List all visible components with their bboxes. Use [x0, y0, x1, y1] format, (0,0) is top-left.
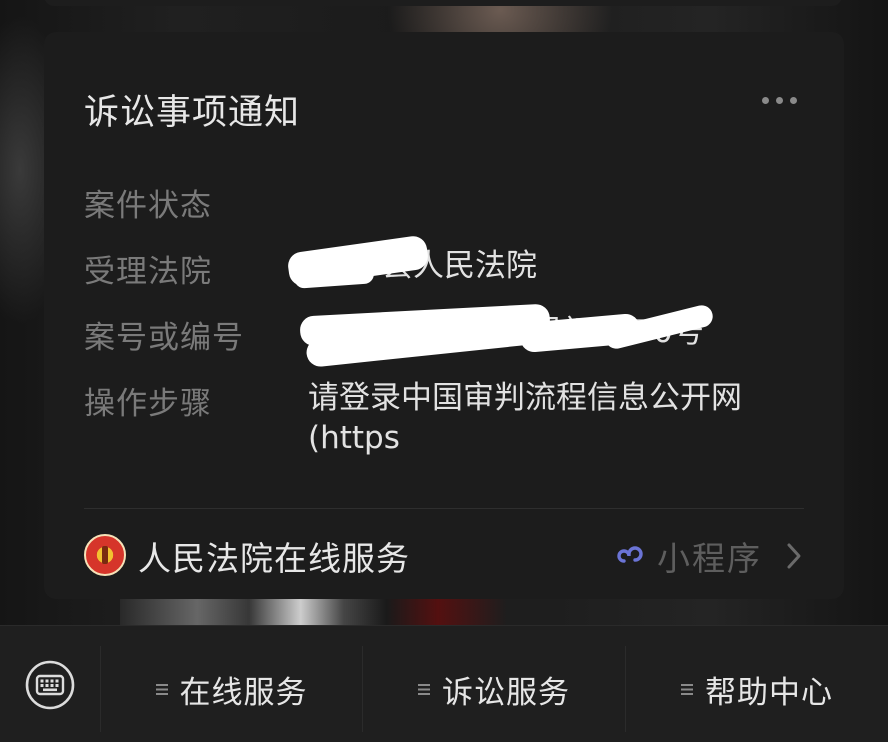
- menu-label: 帮助中心: [705, 674, 833, 711]
- hamburger-icon: [155, 683, 168, 695]
- chevron-right-icon: [787, 543, 801, 569]
- keyboard-icon: [25, 660, 75, 709]
- more-dots-icon[interactable]: [762, 94, 802, 106]
- menu-label: 诉讼服务: [442, 674, 570, 711]
- row-label: 案号或编号: [84, 320, 244, 356]
- service-name: 人民法院在线服务: [138, 539, 410, 578]
- hamburger-icon: [418, 683, 430, 695]
- mini-program-label: 小程序: [657, 539, 762, 578]
- row-label: 受理法院: [84, 254, 212, 290]
- keyboard-toggle-button[interactable]: [0, 626, 100, 742]
- service-source-row[interactable]: 人民法院在线服务 小程序: [84, 528, 804, 582]
- menu-help-center[interactable]: 帮助中心: [625, 646, 888, 732]
- card-divider: [84, 508, 804, 509]
- card-title: 诉讼事项通知: [84, 93, 301, 133]
- mini-program-link[interactable]: 小程序: [615, 534, 804, 578]
- menu-online-services[interactable]: 在线服务: [100, 646, 362, 732]
- bottom-menu-bar: 在线服务 诉讼服务 帮助中心: [0, 625, 888, 742]
- court-emblem-icon: [84, 534, 126, 576]
- menu-litigation-services[interactable]: 诉讼服务: [362, 646, 625, 732]
- screen: 诉讼事项通知 案件状态 受理法院 县人民法院 案号或编号 民初3270号 操作步…: [0, 0, 888, 742]
- menu-label: 在线服务: [179, 674, 308, 711]
- row-label: 操作步骤: [84, 386, 212, 422]
- previous-card-edge: [44, 0, 842, 6]
- row-value: 请登录中国审判流程信息公开网(https: [308, 380, 742, 456]
- redaction-mark: [293, 263, 375, 289]
- litigation-notice-card[interactable]: 诉讼事项通知 案件状态 受理法院 县人民法院 案号或编号 民初3270号 操作步…: [44, 32, 844, 599]
- row-label: 案件状态: [84, 188, 212, 224]
- hamburger-icon: [681, 683, 693, 695]
- mini-program-link-icon: [617, 546, 643, 563]
